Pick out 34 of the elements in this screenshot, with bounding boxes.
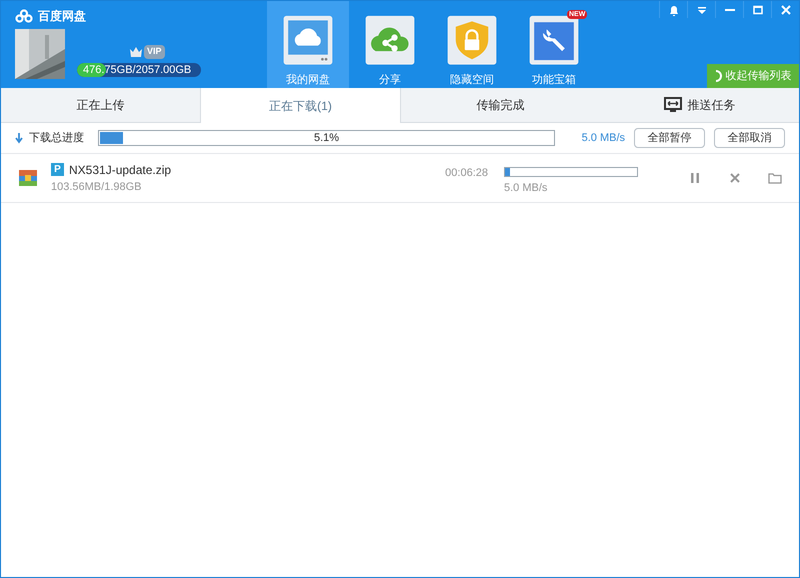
vip-badge: VIP: [144, 45, 165, 59]
crescent-icon: [714, 70, 722, 82]
app-title: 百度网盘: [38, 8, 86, 25]
transfer-tab[interactable]: 正在上传: [1, 88, 200, 122]
time-left: 00:06:28: [445, 166, 488, 181]
archive-icon: [18, 168, 38, 188]
file-name: NX531J-update.zip: [69, 162, 172, 179]
minimize-icon: [724, 8, 734, 10]
bell-icon: [668, 4, 680, 16]
folder-button[interactable]: [768, 171, 782, 185]
file-speed: 5.0 MB/s: [504, 181, 548, 196]
total-speed: 5.0 MB/s: [582, 130, 625, 146]
nav-tab[interactable]: 我的网盘: [267, 1, 349, 88]
crown-icon: [129, 45, 143, 59]
close-icon: [780, 4, 792, 16]
maximize-icon: [752, 4, 764, 16]
action-button[interactable]: 全部暂停: [634, 128, 705, 148]
transfer-tab[interactable]: 推送任务: [600, 88, 799, 122]
pause-button[interactable]: [688, 171, 702, 185]
collapse-button[interactable]: 收起传输列表: [707, 64, 799, 88]
transfer-tab[interactable]: 传输完成: [401, 88, 600, 122]
nav-tab[interactable]: 分享: [349, 1, 431, 88]
monitor-icon: [664, 97, 682, 113]
cancel-button[interactable]: [728, 171, 742, 185]
file-type-badge: P: [51, 163, 64, 176]
transfer-tab[interactable]: 正在下载(1): [200, 88, 401, 123]
storage-text: 476.75GB/2057.00GB: [82, 63, 192, 77]
cloud-logo-icon: [15, 9, 33, 23]
action-button[interactable]: 全部取消: [714, 128, 785, 148]
file-size: 103.56MB/1.98GB: [51, 180, 143, 195]
progress-percent: 5.1%: [312, 131, 340, 145]
progress-label: 下载总进度: [29, 130, 84, 146]
download-arrow-icon: [15, 132, 23, 144]
nav-tab[interactable]: 隐藏空间: [431, 1, 513, 88]
